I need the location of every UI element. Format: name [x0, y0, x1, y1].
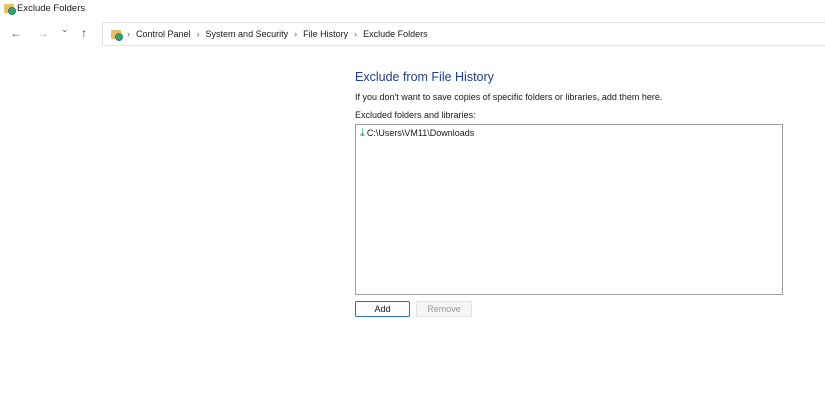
chevron-right-icon: ›: [197, 29, 200, 39]
back-button[interactable]: ←: [10, 26, 22, 40]
remove-button[interactable]: Remove: [416, 301, 472, 317]
breadcrumb-exclude-folders[interactable]: Exclude Folders: [363, 29, 428, 39]
breadcrumb-file-history[interactable]: File History: [303, 29, 348, 39]
download-icon: ⤓: [360, 128, 365, 138]
forward-button[interactable]: →: [37, 26, 49, 40]
window-title: Exclude Folders: [17, 3, 85, 14]
page-description: If you don't want to save copies of spec…: [355, 92, 662, 102]
chevron-right-icon: ›: [127, 29, 130, 39]
excluded-folders-list[interactable]: ⤓ C:\Users\VM11\Downloads: [355, 124, 783, 295]
chevron-right-icon: ›: [294, 29, 297, 39]
list-label: Excluded folders and libraries:: [355, 110, 476, 120]
window-title-bar: Exclude Folders: [4, 1, 85, 15]
folder-path: C:\Users\VM11\Downloads: [367, 128, 474, 138]
recent-locations-button[interactable]: ⌄: [61, 24, 69, 35]
control-panel-icon: [111, 30, 121, 39]
chevron-right-icon: ›: [354, 29, 357, 39]
list-item[interactable]: ⤓ C:\Users\VM11\Downloads: [360, 128, 474, 138]
address-bar[interactable]: › Control Panel › System and Security › …: [102, 22, 825, 46]
add-button[interactable]: Add: [355, 301, 410, 317]
page-title: Exclude from File History: [355, 70, 494, 84]
breadcrumb-control-panel[interactable]: Control Panel: [136, 29, 191, 39]
up-button[interactable]: ↑: [81, 26, 87, 40]
file-history-icon: [4, 4, 14, 13]
breadcrumb-system-security[interactable]: System and Security: [206, 29, 289, 39]
